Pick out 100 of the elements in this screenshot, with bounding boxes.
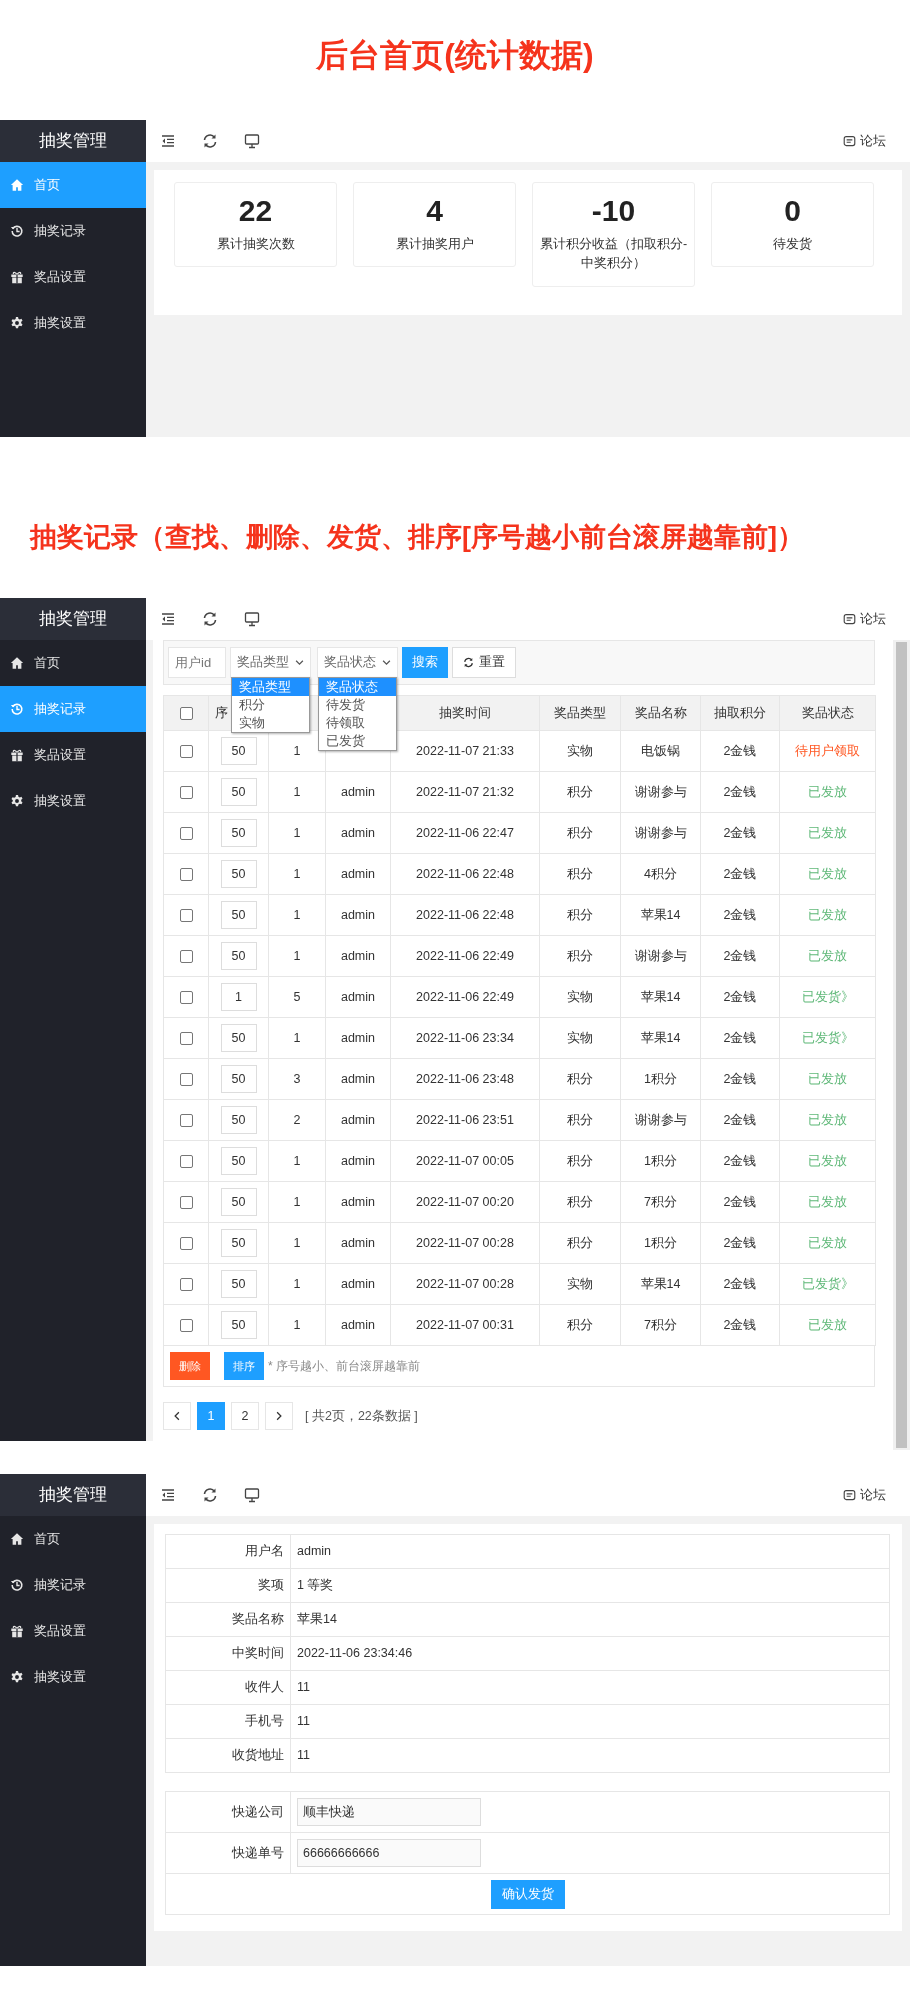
- checkbox[interactable]: [179, 1195, 193, 1209]
- menu-button[interactable]: [160, 1487, 176, 1503]
- field-value: 11: [290, 1738, 890, 1773]
- stat-value: 22: [237, 193, 274, 229]
- checkbox[interactable]: [179, 785, 193, 799]
- input-field[interactable]: 顺丰快递: [297, 1798, 481, 1826]
- field-value: admin: [290, 1534, 890, 1569]
- order-field[interactable]: 50: [220, 1229, 257, 1257]
- user-id-field[interactable]: 用户id: [168, 647, 226, 678]
- table-cell: 谢谢参与: [620, 771, 701, 813]
- refresh-button[interactable]: [202, 133, 218, 149]
- nav-item[interactable]: 抽奖记录: [0, 208, 146, 254]
- order-field[interactable]: 50: [220, 1024, 257, 1052]
- refresh-button[interactable]: [202, 611, 218, 627]
- status-cell: 已发放: [779, 1222, 876, 1264]
- checkbox[interactable]: [179, 1236, 193, 1250]
- checkbox[interactable]: [179, 1318, 193, 1332]
- table-cell: 2022-11-07 00:28: [390, 1222, 540, 1264]
- input-field[interactable]: 66666666666: [297, 1839, 481, 1867]
- nav-item[interactable]: 抽奖设置: [0, 778, 146, 824]
- gift-icon: [10, 748, 24, 762]
- checkbox[interactable]: [179, 1113, 193, 1127]
- order-field[interactable]: 50: [220, 778, 257, 806]
- table-cell: 1: [268, 935, 326, 977]
- table-cell: 2金钱: [700, 730, 780, 772]
- checkbox[interactable]: [179, 706, 193, 720]
- field-label: 收货地址: [165, 1738, 291, 1773]
- status-cell: 已发放: [779, 812, 876, 854]
- refresh-button[interactable]: [202, 1487, 218, 1503]
- table-cell: 2022-11-06 23:34: [390, 1017, 540, 1059]
- table-cell: 1: [268, 1017, 326, 1059]
- table-cell: 苹果14: [620, 1017, 701, 1059]
- order-field[interactable]: 50: [220, 1106, 257, 1134]
- order-field[interactable]: 50: [220, 901, 257, 929]
- checkbox[interactable]: [179, 826, 193, 840]
- home-icon: [10, 656, 24, 670]
- forum-link[interactable]: 论坛: [843, 1485, 886, 1505]
- sidebar-title: 抽奖管理: [0, 120, 146, 162]
- table-cell: 7积分: [620, 1181, 701, 1223]
- nav-item[interactable]: 首页: [0, 1516, 146, 1562]
- table-cell: 1积分: [620, 1222, 701, 1264]
- order-field[interactable]: 50: [220, 737, 257, 765]
- monitor-icon: [244, 611, 260, 627]
- reset-button[interactable]: 重置: [452, 647, 516, 678]
- checkbox[interactable]: [179, 1154, 193, 1168]
- screen-button[interactable]: [244, 133, 260, 149]
- table-header: 奖品名称: [620, 695, 701, 731]
- nav-item[interactable]: 抽奖记录: [0, 1562, 146, 1608]
- hint-text: * 序号越小、前台滚屏越靠前: [268, 1358, 420, 1375]
- refresh-icon: [202, 611, 218, 627]
- order-field[interactable]: 50: [220, 942, 257, 970]
- status-cell: 已发放: [779, 1099, 876, 1141]
- section-heading: 抽奖记录（查找、删除、发货、排序[序号越小前台滚屏越靠前]）: [30, 521, 804, 555]
- nav-item[interactable]: 抽奖设置: [0, 1654, 146, 1700]
- table-cell: 积分: [539, 771, 621, 813]
- nav-item[interactable]: 奖品设置: [0, 1608, 146, 1654]
- table-cell: 1: [268, 1304, 326, 1346]
- order-field[interactable]: 50: [220, 860, 257, 888]
- checkbox[interactable]: [179, 949, 193, 963]
- menu-button[interactable]: [160, 611, 176, 627]
- order-field[interactable]: 50: [220, 1065, 257, 1093]
- table-cell: 2022-11-07 00:31: [390, 1304, 540, 1346]
- table-cell: 1: [268, 894, 326, 936]
- checkbox[interactable]: [179, 1072, 193, 1086]
- checkbox[interactable]: [179, 1277, 193, 1291]
- stat-label: 累计抽奖次数: [215, 236, 296, 253]
- order-field[interactable]: 50: [220, 819, 257, 847]
- nav-item[interactable]: 奖品设置: [0, 732, 146, 778]
- forum-link[interactable]: 论坛: [843, 131, 886, 151]
- table-cell: admin: [325, 1181, 391, 1223]
- table-cell: 谢谢参与: [620, 935, 701, 977]
- order-field[interactable]: 50: [220, 1311, 257, 1339]
- order-field[interactable]: 1: [220, 983, 257, 1011]
- nav-item[interactable]: 首页: [0, 640, 146, 686]
- checkbox[interactable]: [179, 1031, 193, 1045]
- scrollbar[interactable]: [893, 640, 910, 1450]
- screen-button[interactable]: [244, 611, 260, 627]
- checkbox[interactable]: [179, 744, 193, 758]
- field-label: 奖品名称: [165, 1602, 291, 1637]
- table-cell: 2金钱: [700, 935, 780, 977]
- page-button[interactable]: 2: [231, 1402, 259, 1430]
- forum-link[interactable]: 论坛: [843, 609, 886, 629]
- table-cell: 2金钱: [700, 1058, 780, 1100]
- table-cell: admin: [325, 771, 391, 813]
- table-cell: admin: [325, 1099, 391, 1141]
- nav-item[interactable]: 奖品设置: [0, 254, 146, 300]
- table-cell: 苹果14: [620, 894, 701, 936]
- nav-item[interactable]: 抽奖设置: [0, 300, 146, 346]
- order-field[interactable]: 50: [220, 1270, 257, 1298]
- table-cell: 2金钱: [700, 1181, 780, 1223]
- menu-button[interactable]: [160, 133, 176, 149]
- order-field[interactable]: 50: [220, 1147, 257, 1175]
- screen-button[interactable]: [244, 1487, 260, 1503]
- table-cell: admin: [325, 894, 391, 936]
- chevron-right-icon: [274, 1411, 284, 1421]
- sidebar-title: 抽奖管理: [0, 598, 146, 640]
- checkbox[interactable]: [179, 990, 193, 1004]
- order-field[interactable]: 50: [220, 1188, 257, 1216]
- checkbox[interactable]: [179, 867, 193, 881]
- checkbox[interactable]: [179, 908, 193, 922]
